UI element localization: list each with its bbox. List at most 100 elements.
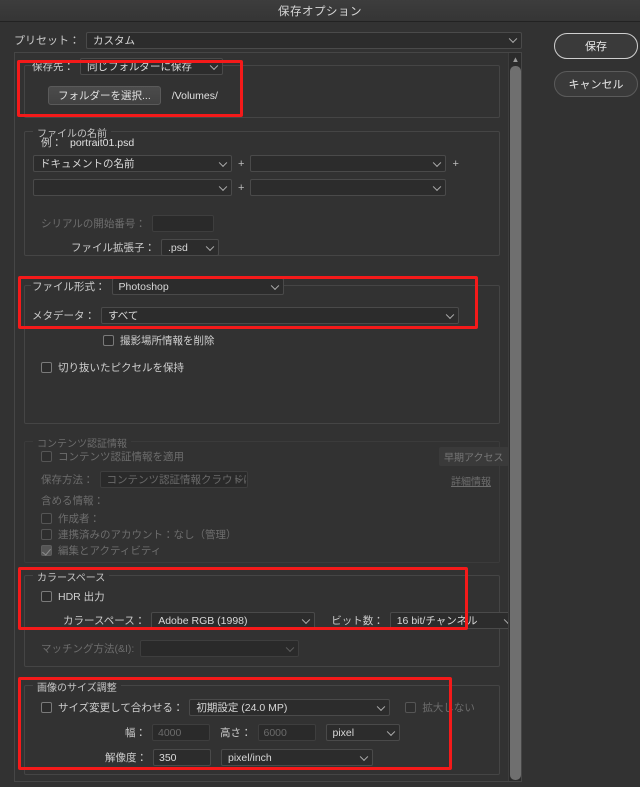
linked-account-checkbox: 連携済みのアカウント：なし（管理） <box>41 527 237 542</box>
save-method-label: 保存方法： <box>41 474 94 486</box>
file-format-group <box>24 279 500 424</box>
file-format-row: ファイル形式： Photoshop <box>32 278 284 295</box>
resolution-input[interactable]: 350 <box>153 749 211 766</box>
keep-cropped-pixels-checkbox[interactable]: 切り抜いたピクセルを保持 <box>41 360 184 375</box>
token-plus-1: + <box>238 157 245 170</box>
preset-row: プリセット： カスタム <box>14 31 522 49</box>
early-access-label: 早期アクセス <box>444 453 504 464</box>
image-size-legend: 画像のサイズ調整 <box>33 679 121 694</box>
preset-value: カスタム <box>93 34 135 47</box>
file-name-token-row-1: ドキュメントの名前 + + <box>33 155 459 172</box>
token-select-3[interactable] <box>33 179 232 196</box>
bit-depth-label: ビット数： <box>331 615 384 627</box>
more-info-link: 詳細情報 <box>451 477 491 488</box>
resize-to-fit-label: サイズ変更して合わせる： <box>58 702 184 714</box>
height-label: 高さ： <box>220 727 252 739</box>
color-space-row: カラースペース： Adobe RGB (1998) ビット数： 16 bit/チ… <box>63 612 517 629</box>
bit-depth-value: 16 bit/チャンネル <box>396 615 478 627</box>
matching-method-select <box>140 640 300 657</box>
choose-folder-button[interactable]: フォルダーを選択... <box>48 86 161 105</box>
bit-depth-select[interactable]: 16 bit/チャンネル <box>389 612 517 629</box>
width-value: 4000 <box>158 726 182 739</box>
width-input: 4000 <box>152 724 210 741</box>
save-options-dialog: 保存オプション プリセット： カスタム 保存先： 同じフォルダーに保存 フォルダ… <box>0 0 640 787</box>
token-select-4[interactable] <box>250 179 447 196</box>
choose-folder-row: フォルダーを選択... /Volumes/ <box>48 86 218 105</box>
scroll-up-arrow-icon[interactable]: ▲ <box>509 53 521 65</box>
linked-account-label: 連携済みのアカウント：なし（管理） <box>58 529 237 541</box>
matching-method-label: マッチング方法(&I): <box>41 643 135 655</box>
save-method-select: コンテンツ認証情報クラウドに公開 <box>99 471 248 488</box>
checkbox-box <box>41 702 52 713</box>
resolution-unit-value: pixel/inch <box>228 751 272 764</box>
color-space-select[interactable]: Adobe RGB (1998) <box>151 612 316 629</box>
file-format-value: Photoshop <box>118 280 169 293</box>
checkbox-box <box>41 545 52 556</box>
serial-input[interactable] <box>151 215 214 232</box>
extension-select[interactable]: .psd <box>161 239 219 256</box>
extension-value: .psd <box>168 241 188 254</box>
extension-row: ファイル拡張子： .psd <box>71 239 219 256</box>
edits-activity-label: 編集とアクティビティ <box>58 545 162 557</box>
metadata-select[interactable]: すべて <box>101 307 459 324</box>
checkbox-box <box>41 529 52 540</box>
token-select-2[interactable] <box>250 155 447 172</box>
metadata-label: メタデータ： <box>32 310 95 322</box>
hdr-output-checkbox[interactable]: HDR 出力 <box>41 589 105 604</box>
preset-select[interactable]: カスタム <box>86 31 522 49</box>
resolution-value: 350 <box>159 751 177 764</box>
metadata-value: すべて <box>108 310 139 322</box>
creator-label: 作成者： <box>58 513 100 525</box>
options-panel: 保存先： 同じフォルダーに保存 フォルダーを選択... /Volumes/ ファ… <box>14 52 522 782</box>
edits-activity-checkbox: 編集とアクティビティ <box>41 543 161 558</box>
token-plus-3: + <box>238 181 245 194</box>
matching-method-row: マッチング方法(&I): <box>41 640 300 657</box>
metadata-row: メタデータ： すべて <box>32 307 459 324</box>
save-method-value: コンテンツ認証情報クラウドに公開 <box>106 474 247 486</box>
token-plus-2: + <box>452 157 459 170</box>
resolution-unit-select[interactable]: pixel/inch <box>221 749 373 766</box>
example-label: 例： <box>41 137 62 149</box>
preset-label: プリセット： <box>14 35 80 47</box>
no-enlarge-label: 拡大しない <box>422 702 475 714</box>
serial-row: シリアルの開始番号： <box>41 215 214 232</box>
save-to-label: 保存先： <box>32 61 74 73</box>
file-name-token-row-2: + <box>33 179 447 196</box>
no-enlarge-checkbox: 拡大しない <box>405 700 475 715</box>
token-select-1[interactable]: ドキュメントの名前 <box>33 155 232 172</box>
serial-label: シリアルの開始番号： <box>41 218 146 230</box>
panel-scrollbar[interactable]: ▲ <box>508 53 521 781</box>
cancel-button[interactable]: キャンセル <box>554 71 638 97</box>
width-label: 幅： <box>125 727 146 739</box>
options-panel-content: 保存先： 同じフォルダーに保存 フォルダーを選択... /Volumes/ ファ… <box>15 53 517 781</box>
file-name-example-row: 例： portrait01.psd <box>41 135 134 150</box>
early-access-badge: 早期アクセス <box>439 447 509 466</box>
file-format-select[interactable]: Photoshop <box>111 278 284 295</box>
color-space-legend: カラースペース <box>33 569 110 584</box>
token-value-1: ドキュメントの名前 <box>40 158 135 170</box>
remove-location-checkbox[interactable]: 撮影場所情報を削除 <box>103 333 215 348</box>
resolution-row: 解像度： 350 pixel/inch <box>105 749 373 766</box>
example-value: portrait01.psd <box>70 136 135 149</box>
height-input: 6000 <box>257 724 316 741</box>
save-to-select[interactable]: 同じフォルダーに保存 <box>80 58 223 75</box>
save-method-row: 保存方法： コンテンツ認証情報クラウドに公開 <box>41 471 248 488</box>
title-bar: 保存オプション <box>0 0 640 22</box>
scrollbar-thumb[interactable] <box>510 66 521 780</box>
dialog-title: 保存オプション <box>278 5 362 18</box>
remove-location-label: 撮影場所情報を削除 <box>120 335 215 347</box>
save-to-value: 同じフォルダーに保存 <box>87 61 192 73</box>
resolution-label: 解像度： <box>105 752 147 764</box>
save-button-label: 保存 <box>585 41 607 53</box>
resize-to-fit-checkbox[interactable]: サイズ変更して合わせる： <box>41 700 183 715</box>
size-unit-select[interactable]: pixel <box>325 724 400 741</box>
save-button[interactable]: 保存 <box>554 33 638 59</box>
content-credentials-legend: コンテンツ認証情報 <box>33 435 131 450</box>
file-format-label: ファイル形式： <box>32 281 106 293</box>
cancel-button-label: キャンセル <box>568 79 624 91</box>
dimensions-row: 幅： 4000 高さ： 6000 pixel <box>125 724 400 741</box>
checkbox-box <box>103 335 114 346</box>
keep-cropped-pixels-label: 切り抜いたピクセルを保持 <box>58 362 184 374</box>
extension-label: ファイル拡張子： <box>71 242 155 254</box>
resize-preset-select[interactable]: 初期設定 (24.0 MP) <box>189 699 391 716</box>
